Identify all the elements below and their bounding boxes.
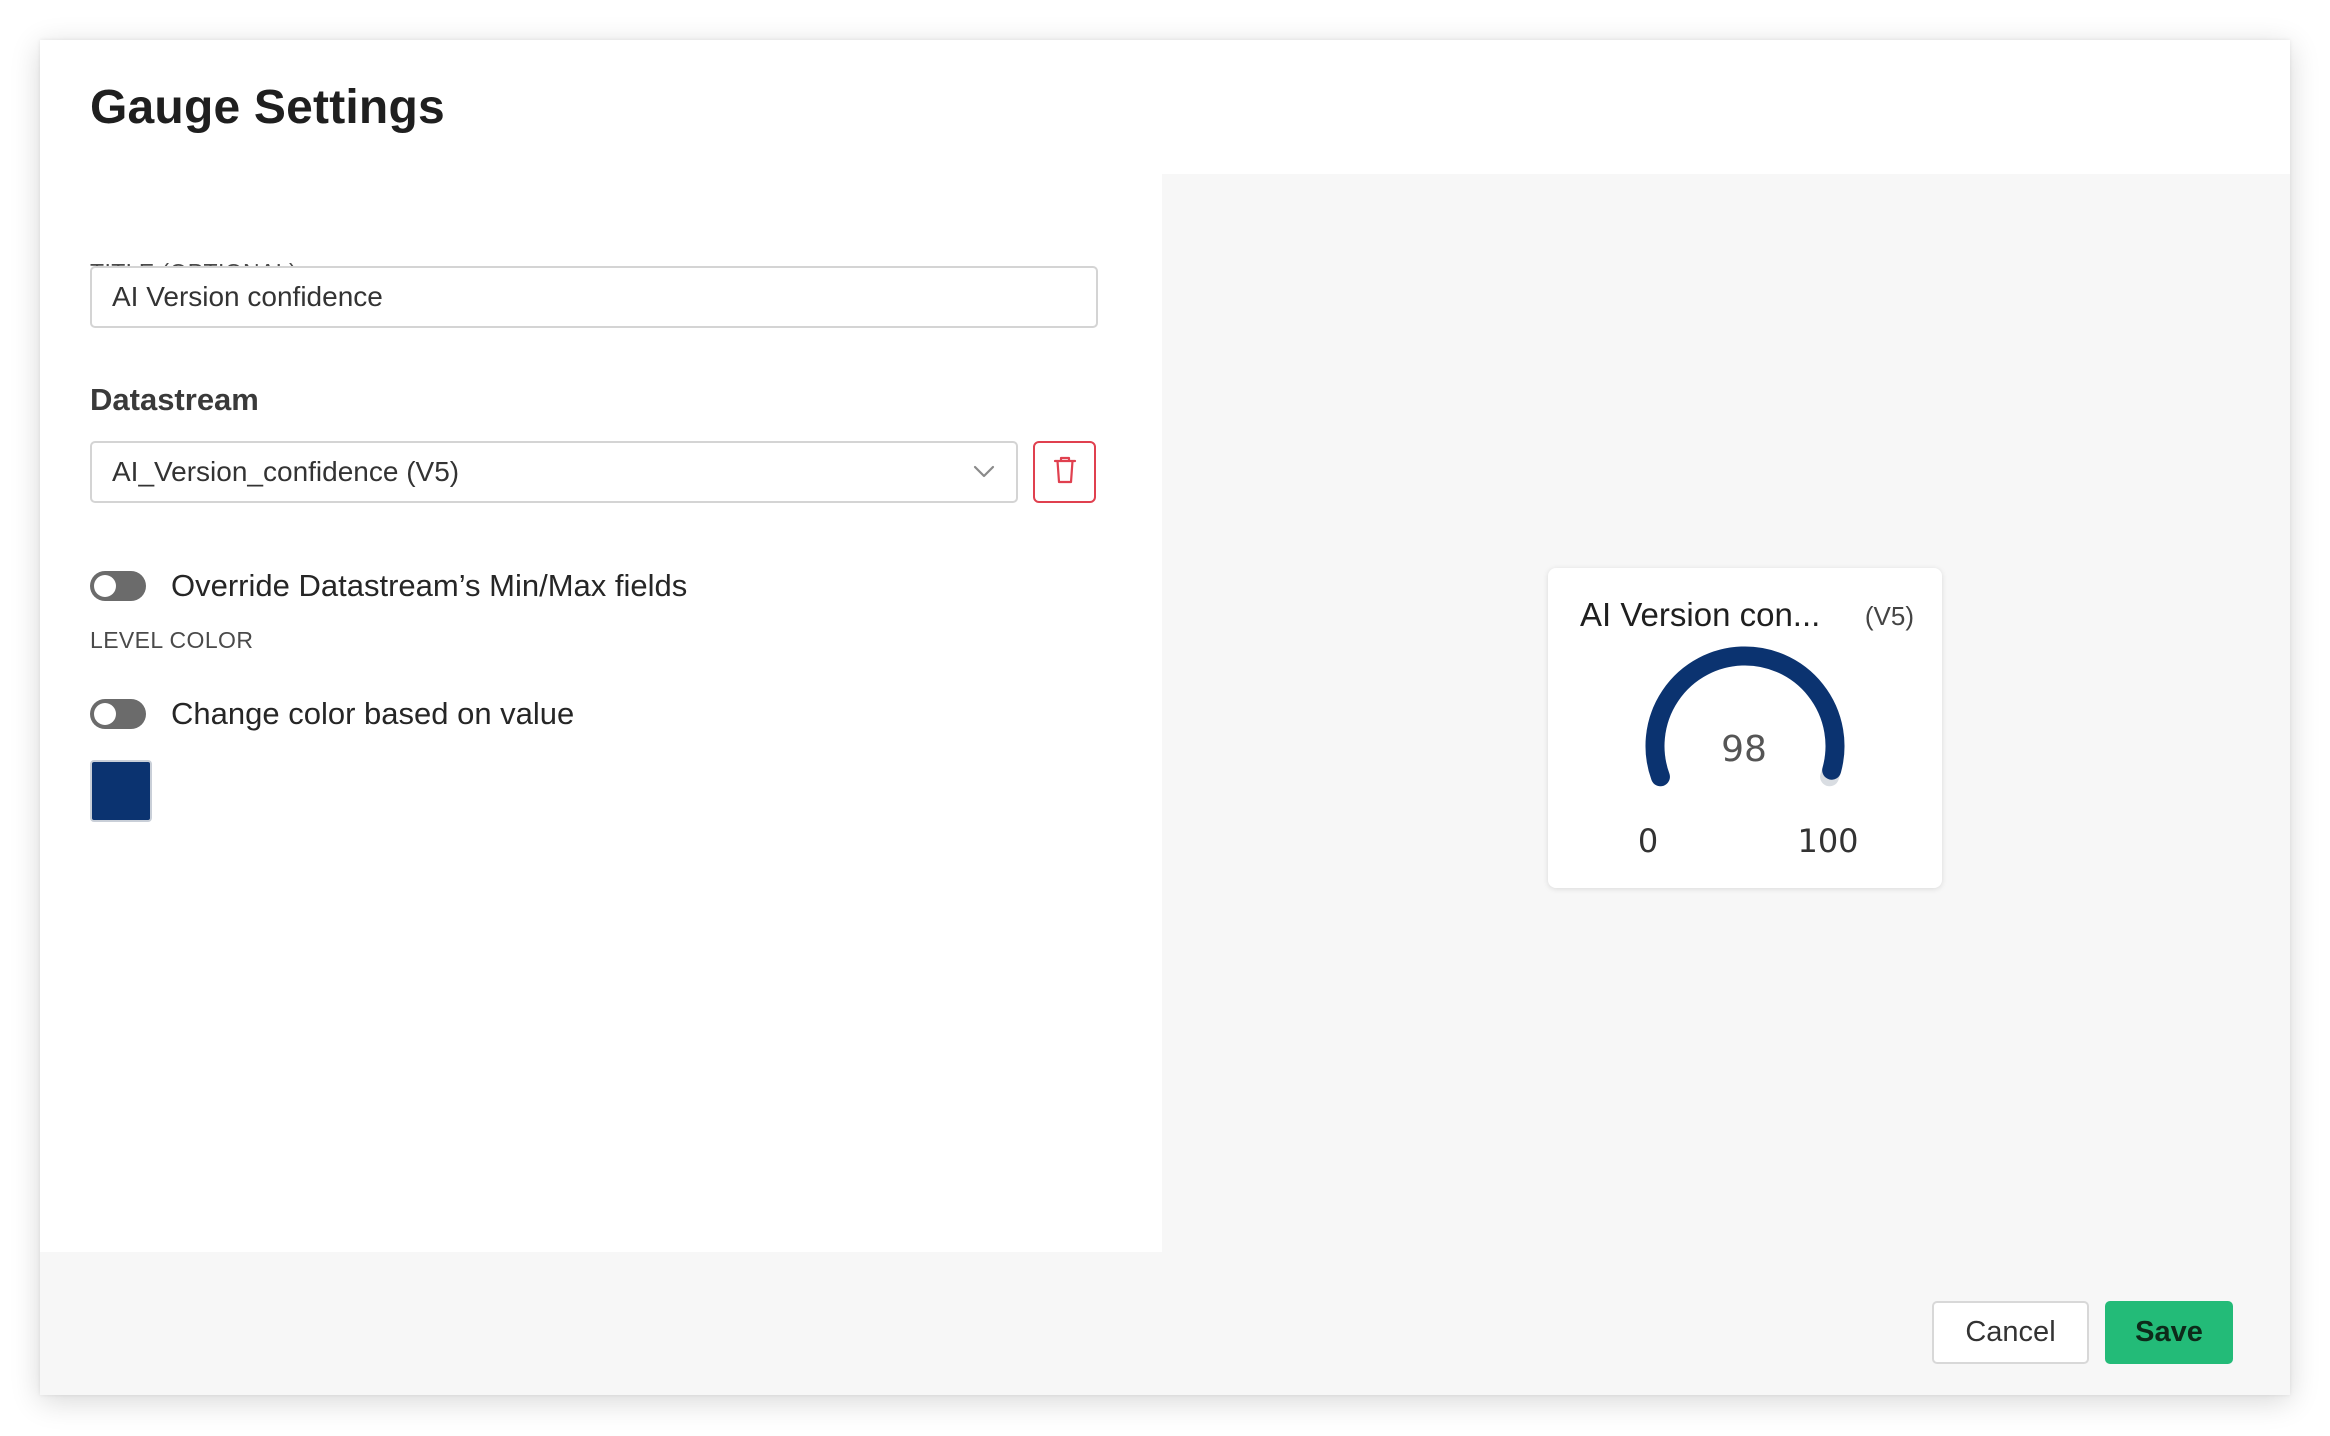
- override-min-max-toggle[interactable]: [90, 571, 146, 601]
- chevron-down-icon: [972, 460, 996, 484]
- save-button[interactable]: Save: [2105, 1301, 2233, 1364]
- datastream-heading: Datastream: [90, 382, 259, 417]
- datastream-selected-value: AI_Version_confidence (V5): [112, 456, 460, 487]
- delete-datastream-button[interactable]: [1033, 441, 1096, 503]
- toggle-knob: [94, 575, 116, 597]
- title-input[interactable]: [90, 266, 1098, 328]
- change-color-row[interactable]: Change color based on value: [90, 696, 574, 732]
- level-color-swatch[interactable]: [90, 760, 152, 822]
- gauge-max-label: 100: [1797, 822, 1858, 860]
- datastream-select[interactable]: AI_Version_confidence (V5): [90, 441, 1018, 503]
- change-color-label: Change color based on value: [171, 696, 575, 731]
- cancel-button[interactable]: Cancel: [1932, 1301, 2089, 1364]
- toggle-knob: [94, 703, 116, 725]
- gauge-value: 98: [1721, 729, 1767, 770]
- gauge-widget-preview: AI Version con... (V5) 98 0 100: [1548, 568, 1942, 888]
- trash-icon: [1052, 455, 1078, 490]
- level-color-caption: LEVEL COLOR: [90, 627, 254, 653]
- change-color-toggle[interactable]: [90, 699, 146, 729]
- gauge-chart: 98 0 100: [1638, 646, 1859, 860]
- override-min-max-row[interactable]: Override Datastream’s Min/Max fields: [90, 568, 687, 604]
- dialog-title: Gauge Settings: [90, 81, 445, 134]
- override-min-max-label: Override Datastream’s Min/Max fields: [171, 568, 688, 603]
- gauge-settings-dialog: Gauge Settings TITLE (OPTIONAL) Datastre…: [40, 40, 2290, 1395]
- gauge-min-label: 0: [1638, 822, 1658, 860]
